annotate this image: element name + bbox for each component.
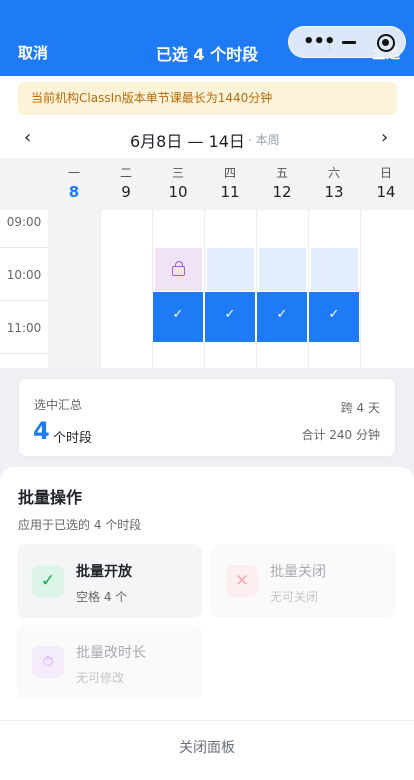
day-header[interactable]: 五 12 bbox=[256, 158, 308, 210]
column-divider bbox=[256, 210, 257, 368]
date-label: 8 bbox=[68, 183, 80, 201]
past-day-column bbox=[48, 210, 100, 368]
minimize-icon[interactable] bbox=[342, 41, 356, 44]
batch-open-title: 批量开放 bbox=[76, 564, 132, 580]
hour-divider bbox=[0, 300, 48, 301]
batch-open-sub: 空格 4 个 bbox=[76, 590, 128, 604]
notice-banner: 当前机构ClassIn版本单节课最长为1440分钟 bbox=[18, 82, 397, 115]
open-time-slot[interactable] bbox=[259, 248, 306, 296]
batch-close-sub: 无可关闭 bbox=[270, 590, 319, 604]
sheet-subtitle: 应用于已选的 4 个时段 bbox=[18, 518, 142, 532]
time-label: 10:00 bbox=[6, 268, 42, 282]
batch-close-title: 批量关闭 bbox=[270, 564, 326, 580]
selected-time-slot[interactable]: ✓ bbox=[204, 291, 256, 343]
day-header[interactable]: 日 14 bbox=[360, 158, 412, 210]
batch-duration-title: 批量改时长 bbox=[76, 645, 146, 661]
locked-time-slot[interactable] bbox=[155, 248, 202, 296]
target-close-icon[interactable] bbox=[377, 34, 395, 52]
capsule-divider bbox=[329, 35, 330, 51]
date-label: 14 bbox=[376, 183, 396, 201]
day-header[interactable]: 二 9 bbox=[100, 158, 152, 210]
lock-icon bbox=[172, 261, 185, 276]
column-divider bbox=[308, 210, 309, 368]
date-label: 11 bbox=[220, 183, 240, 201]
date-label: 10 bbox=[168, 183, 188, 201]
selected-time-slot[interactable]: ✓ bbox=[308, 291, 360, 343]
week-range-label: 6月8日 — 14日 bbox=[130, 132, 245, 151]
time-label: 11:00 bbox=[6, 321, 42, 335]
date-label: 13 bbox=[324, 183, 344, 201]
hour-divider bbox=[0, 247, 48, 248]
selection-summary-card: 选中汇总 4 个时段 跨 4 天 合计 240 分钟 bbox=[18, 378, 396, 457]
batch-duration-button: ⏱ 批量改时长 无可修改 bbox=[17, 625, 202, 699]
batch-close-button: ✕ 批量关闭 无可关闭 bbox=[211, 544, 396, 618]
weekday-label: 四 bbox=[223, 166, 236, 180]
sheet-title: 批量操作 bbox=[18, 488, 83, 507]
selected-time-slot[interactable]: ✓ bbox=[256, 291, 308, 343]
column-divider bbox=[360, 210, 361, 368]
close-icon: ✕ bbox=[226, 565, 258, 597]
weekday-label: 五 bbox=[275, 166, 288, 180]
week-calendar: 一 8 二 9 三 10 四 11 五 12 六 13 日 14 09:00 1… bbox=[0, 158, 414, 368]
batch-duration-sub: 无可修改 bbox=[76, 671, 125, 685]
date-label: 12 bbox=[272, 183, 292, 201]
day-header[interactable]: 四 11 bbox=[204, 158, 256, 210]
weekday-label: 六 bbox=[327, 166, 340, 180]
batch-action-sheet: 批量操作 应用于已选的 4 个时段 ✓ 批量开放 空格 4 个 ✕ 批量关闭 无… bbox=[0, 467, 414, 780]
mini-program-capsule: ••• bbox=[288, 26, 406, 58]
date-label: 9 bbox=[121, 183, 131, 201]
weekday-label: 三 bbox=[171, 166, 184, 180]
summary-title: 选中汇总 bbox=[34, 398, 83, 412]
column-divider bbox=[204, 210, 205, 368]
day-header[interactable]: 一 8 bbox=[48, 158, 100, 210]
column-divider bbox=[152, 210, 153, 368]
top-bar: 取消 已选 4 个时段 全选 ••• bbox=[0, 0, 414, 76]
current-week-tag: · 本周 bbox=[248, 133, 280, 147]
span-days: 跨 4 天 bbox=[340, 401, 380, 415]
selected-time-slot[interactable]: ✓ bbox=[152, 291, 204, 343]
weekday-label: 日 bbox=[379, 166, 392, 180]
weekday-label: 一 bbox=[67, 166, 80, 180]
time-label: 09:00 bbox=[6, 215, 42, 229]
check-icon: ✓ bbox=[32, 565, 64, 597]
sheet-divider bbox=[0, 720, 414, 721]
day-header[interactable]: 三 10 bbox=[152, 158, 204, 210]
open-time-slot[interactable] bbox=[207, 248, 254, 296]
column-divider bbox=[100, 210, 101, 368]
close-panel-button[interactable]: 关闭面板 bbox=[0, 737, 414, 757]
day-header[interactable]: 六 13 bbox=[308, 158, 360, 210]
hour-divider bbox=[0, 353, 48, 354]
weekday-label: 二 bbox=[119, 166, 132, 180]
selected-count: 4 bbox=[33, 417, 50, 445]
count-unit: 个时段 bbox=[53, 431, 93, 446]
batch-open-button[interactable]: ✓ 批量开放 空格 4 个 bbox=[17, 544, 202, 618]
prev-week-chevron-icon[interactable]: ‹ bbox=[24, 127, 31, 148]
time-axis: 09:00 10:00 11:00 bbox=[0, 210, 48, 368]
open-time-slot[interactable] bbox=[311, 248, 358, 296]
calendar-header: 一 8 二 9 三 10 四 11 五 12 六 13 日 14 bbox=[0, 158, 414, 210]
timer-icon: ⏱ bbox=[32, 646, 64, 678]
next-week-chevron-icon[interactable]: › bbox=[381, 127, 388, 148]
total-minutes: 合计 240 分钟 bbox=[301, 428, 380, 442]
